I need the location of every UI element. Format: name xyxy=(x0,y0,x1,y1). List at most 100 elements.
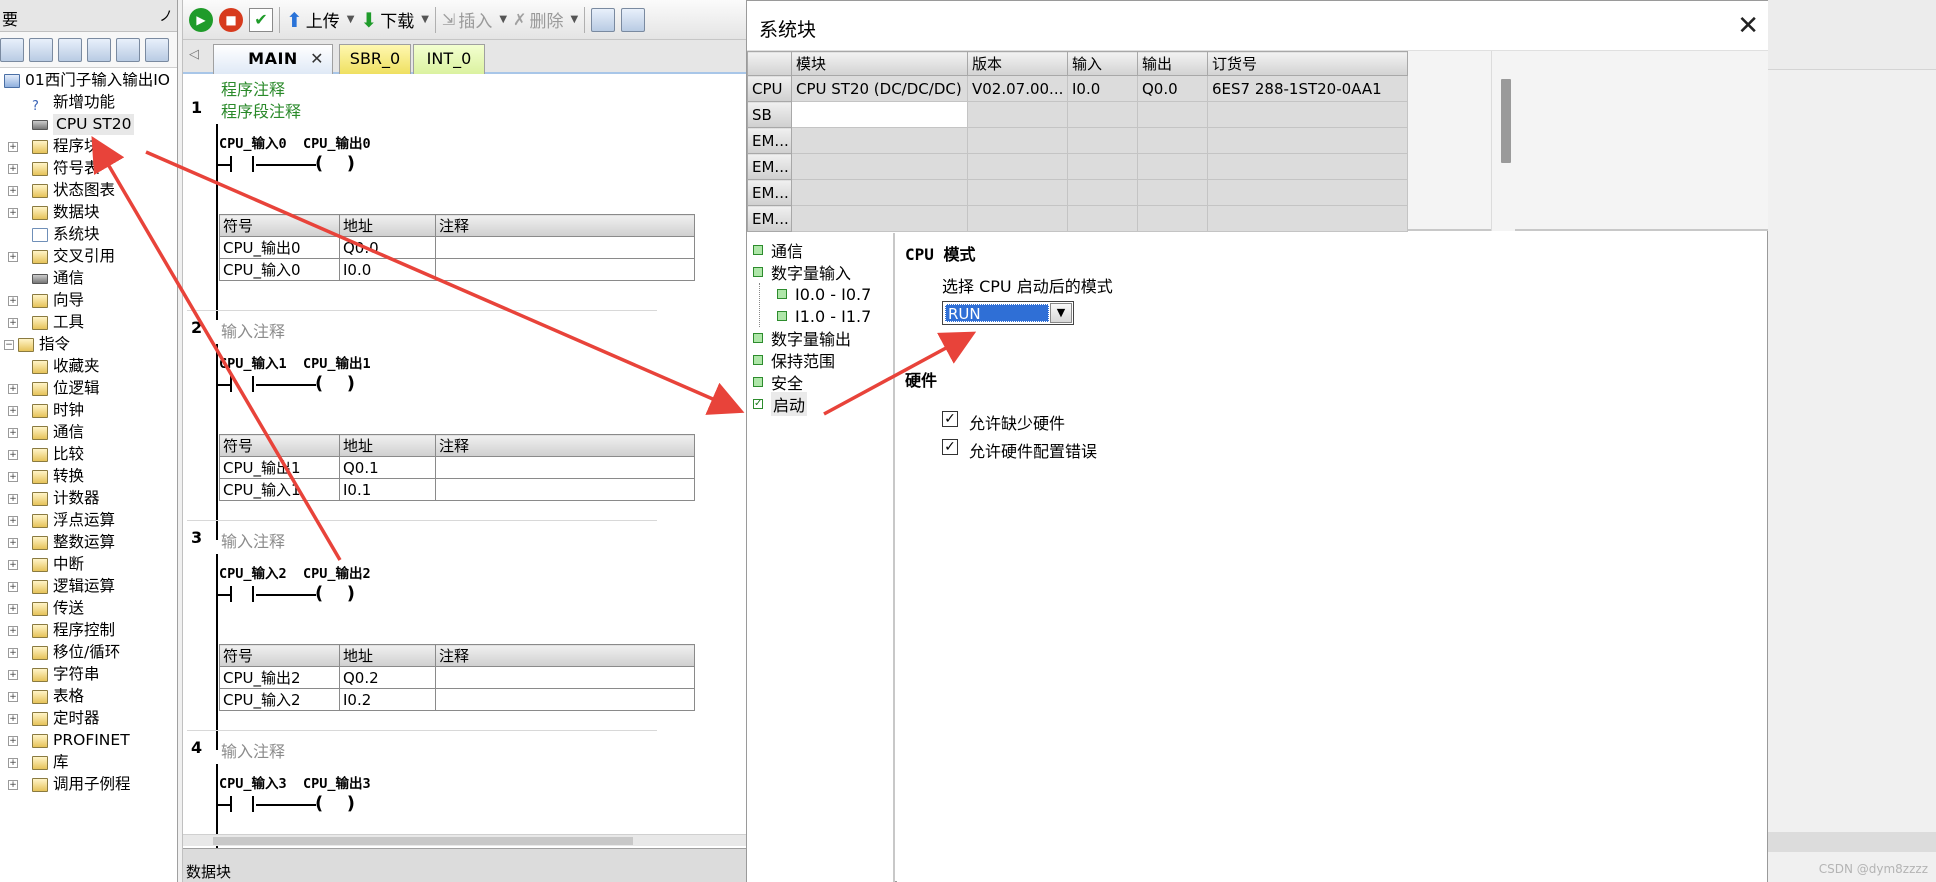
module-row[interactable]: EM... xyxy=(747,179,1408,206)
module-cell[interactable] xyxy=(1067,205,1138,232)
tree-item[interactable]: + 字符串 xyxy=(6,664,100,685)
chevron-down-icon[interactable]: ▼ xyxy=(499,14,507,25)
tree-item[interactable]: + 浮点运算 xyxy=(6,510,115,531)
expand-icon[interactable]: + xyxy=(8,141,18,152)
module-cell[interactable] xyxy=(967,153,1068,180)
table-cell[interactable]: Q0.0 xyxy=(339,236,436,259)
no-contact[interactable] xyxy=(230,796,254,812)
chevron-down-icon[interactable]: ▼ xyxy=(421,14,429,25)
table-cell[interactable]: Q0.1 xyxy=(339,456,436,479)
expand-icon[interactable]: + xyxy=(8,647,18,658)
tree-item[interactable]: 系统块 xyxy=(6,224,100,245)
expand-icon[interactable]: + xyxy=(8,735,18,746)
expand-icon[interactable]: + xyxy=(8,625,18,636)
expand-icon[interactable]: + xyxy=(8,757,18,768)
module-cell[interactable] xyxy=(791,101,968,128)
module-cell[interactable] xyxy=(1137,179,1208,206)
expand-icon[interactable]: + xyxy=(8,713,18,724)
module-cell[interactable]: V02.07.00... xyxy=(967,75,1068,102)
tab-scroll-left-icon[interactable]: ◁ xyxy=(189,47,199,62)
table-cell[interactable]: CPU_输入2 xyxy=(219,688,340,711)
table-cell[interactable] xyxy=(435,666,695,689)
config-tree-item[interactable]: 安全 xyxy=(753,371,803,393)
ladder-editor[interactable]: 程序注释 1 程序段注释 CPU_输入0 CPU_输出0() 符号 地址 注释 CPU_输出0… xyxy=(183,76,747,864)
tree-item[interactable]: + 比较 xyxy=(6,444,84,465)
scrollbar-thumb[interactable] xyxy=(1501,79,1511,163)
module-cell[interactable] xyxy=(1067,179,1138,206)
expand-icon[interactable]: + xyxy=(8,581,18,592)
tree-item[interactable]: 01西门子输入输出IO xyxy=(4,70,170,91)
tree-item[interactable]: + 传送 xyxy=(6,598,84,619)
module-cell[interactable] xyxy=(1137,205,1208,232)
expand-icon[interactable]: + xyxy=(8,383,18,394)
config-tree-item[interactable]: 数字量输出 xyxy=(753,327,851,349)
module-cell[interactable] xyxy=(967,205,1068,232)
tree-item[interactable]: + 库 xyxy=(6,752,69,773)
expand-icon[interactable]: + xyxy=(8,493,18,504)
network-comment[interactable]: 输入注释 xyxy=(221,528,285,552)
table-row[interactable]: CPU_输入2 I0.2 xyxy=(219,688,695,711)
tree-item[interactable]: + 数据块 xyxy=(6,202,100,223)
config-tree-item[interactable]: 保持范围 xyxy=(753,349,835,371)
tree-item[interactable]: + 计数器 xyxy=(6,488,100,509)
horizontal-scrollbar[interactable] xyxy=(183,834,747,846)
table-cell[interactable]: CPU_输出0 xyxy=(219,236,340,259)
no-contact[interactable] xyxy=(230,156,254,172)
module-cell[interactable] xyxy=(791,179,968,206)
config-tree-item[interactable]: I1.0 - I1.7 xyxy=(777,305,871,327)
module-cell[interactable] xyxy=(1137,101,1208,128)
no-contact[interactable] xyxy=(230,586,254,602)
config-tree-item[interactable]: I0.0 - I0.7 xyxy=(777,283,871,305)
close-tab-icon[interactable]: ✕ xyxy=(310,45,324,73)
chevron-down-icon[interactable]: ▼ xyxy=(1050,303,1072,323)
view-icon[interactable] xyxy=(0,37,24,62)
table-cell[interactable] xyxy=(435,456,695,479)
table-row[interactable]: CPU_输出0 Q0.0 xyxy=(219,236,695,259)
tree-item[interactable]: + 整数运算 xyxy=(6,532,115,553)
output-coil[interactable]: () xyxy=(315,374,355,394)
pin-icon[interactable]: ノ xyxy=(159,6,173,26)
tab-sbr0[interactable]: SBR_0 xyxy=(339,44,411,74)
tree-item[interactable]: 通信 xyxy=(6,268,84,289)
expand-icon[interactable]: + xyxy=(8,779,18,790)
network-comment[interactable]: 输入注释 xyxy=(221,318,285,342)
table-view-icon[interactable] xyxy=(29,37,53,62)
allow-hw-config-error-checkbox[interactable]: ✓ xyxy=(942,439,958,455)
tree-item[interactable]: + PROFINET xyxy=(6,730,130,751)
table-cell[interactable]: I0.0 xyxy=(339,258,436,281)
scrollbar-thumb[interactable] xyxy=(213,837,633,845)
download-button[interactable]: ⬇ 下载 ▼ xyxy=(360,7,429,33)
module-row[interactable]: CPU CPU ST20 (DC/DC/DC) V02.07.00... I0.0 Q0… xyxy=(747,75,1408,102)
expand-icon[interactable]: + xyxy=(8,185,18,196)
config-tree-item[interactable]: ✓ 启动 xyxy=(753,392,808,416)
table-cell[interactable]: CPU_输入1 xyxy=(219,478,340,501)
expand-icon[interactable]: + xyxy=(8,449,18,460)
module-cell[interactable] xyxy=(1137,127,1208,154)
tree-item[interactable]: + 逻辑运算 xyxy=(6,576,115,597)
table-cell[interactable]: Q0.2 xyxy=(339,666,436,689)
module-cell[interactable] xyxy=(1067,101,1138,128)
expand-icon[interactable]: + xyxy=(8,251,18,262)
table-cell[interactable]: I0.1 xyxy=(339,478,436,501)
tree-item[interactable]: CPU ST20 xyxy=(6,114,135,135)
startup-mode-select[interactable]: RUN ▼ xyxy=(942,301,1074,325)
tree-item[interactable]: − 指令 xyxy=(4,334,70,355)
expand-icon[interactable]: + xyxy=(8,163,18,174)
delete-button[interactable]: ✗ 删除 ▼ xyxy=(513,7,578,32)
tree-item[interactable]: + 时钟 xyxy=(6,400,84,421)
upload-button[interactable]: ⬆ 上传 ▼ xyxy=(286,7,354,33)
tab-main[interactable]: MAIN ✕ xyxy=(213,44,333,74)
module-cell[interactable] xyxy=(791,153,968,180)
output-coil[interactable]: () xyxy=(315,154,355,174)
network-comment[interactable]: 输入注释 xyxy=(221,738,285,762)
module-cell[interactable] xyxy=(1207,153,1408,180)
tree-item[interactable]: + 表格 xyxy=(6,686,84,707)
module-cell[interactable] xyxy=(967,179,1068,206)
tree-item[interactable]: 收藏夹 xyxy=(6,356,100,377)
list-view-icon[interactable] xyxy=(87,37,111,62)
table-cell[interactable]: CPU_输出1 xyxy=(219,456,340,479)
expand-icon[interactable]: + xyxy=(8,515,18,526)
no-contact[interactable] xyxy=(230,376,254,392)
expand-icon[interactable]: + xyxy=(8,405,18,416)
module-cell[interactable] xyxy=(1207,179,1408,206)
